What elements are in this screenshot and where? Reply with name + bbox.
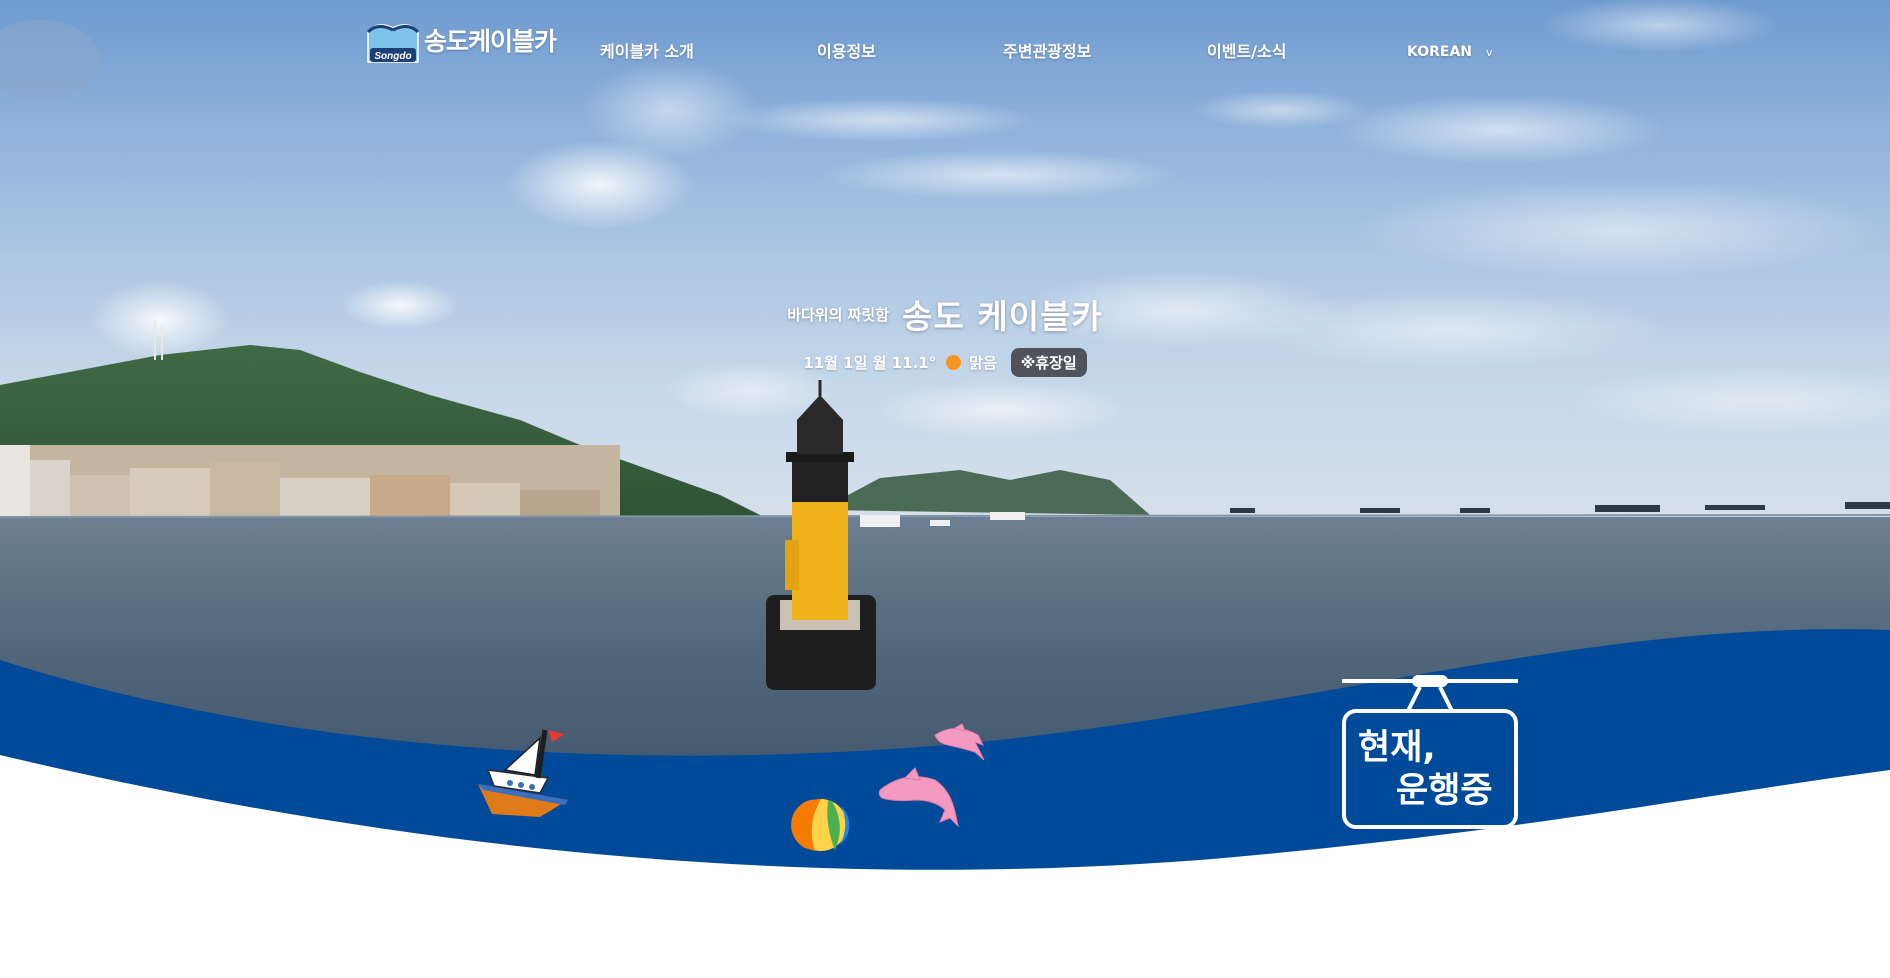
weather-condition: 맑음 (969, 354, 997, 372)
weather-date-temp: 11월 1일 월 11.1° (803, 354, 937, 372)
weather-bar: 11월 1일 월 11.1° 맑음 ※휴장일 (0, 348, 1890, 377)
status-line-2: 운행중 (1396, 771, 1493, 811)
nav-item-cablecar-intro[interactable]: 케이블카 소개 (600, 38, 694, 62)
hero-banner: Songdo 송도케이블카 케이블카 소개 이용정보 주변관광정보 이벤트/소식… (0, 0, 1890, 978)
holiday-badge: ※휴장일 (1010, 348, 1087, 377)
sun-icon (946, 355, 962, 370)
main-nav: 케이블카 소개 이용정보 주변관광정보 이벤트/소식 (0, 38, 1890, 62)
hero-background-photo (0, 0, 1890, 978)
chevron-down-icon: v (1486, 45, 1493, 59)
nav-item-usage-info[interactable]: 이용정보 (817, 38, 876, 62)
language-label: KOREAN (1407, 44, 1473, 60)
status-line-1: 현재, (1358, 728, 1436, 768)
language-select[interactable]: KOREAN v (1407, 44, 1493, 60)
tagline-sub: 바다위의 짜릿함 (787, 305, 890, 324)
operation-status-sign[interactable]: 현재, 운행중 (1340, 675, 1520, 830)
nav-item-events-news[interactable]: 이벤트/소식 (1207, 38, 1286, 62)
tagline-main: 송도 케이블카 (902, 297, 1103, 336)
status-text: 현재, 운행중 (1358, 727, 1493, 813)
hero-tagline: 바다위의 짜릿함 송도 케이블카 (0, 290, 1890, 338)
nav-item-nearby-tourism[interactable]: 주변관광정보 (1003, 38, 1091, 62)
